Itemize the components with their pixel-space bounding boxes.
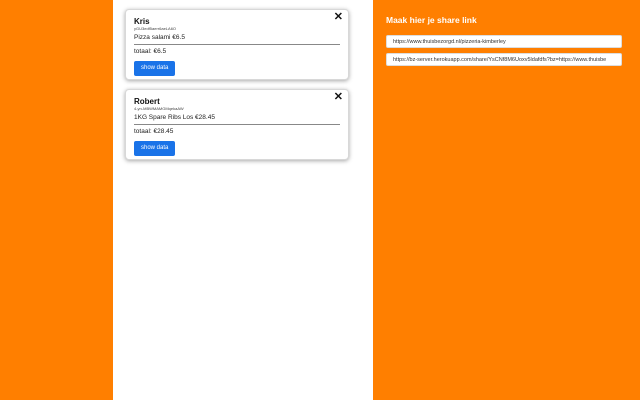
show-data-button[interactable]: show data: [134, 61, 176, 76]
orders-panel: ✕ Kris yGU3edf5aerr6aeLA6O Pizza salami …: [113, 0, 373, 400]
order-card: ✕ Kris yGU3edf5aerr6aeLA6O Pizza salami …: [125, 9, 349, 80]
source-url-input[interactable]: https://www.thuisbezorgd.nl/pizzeria-kim…: [386, 35, 622, 48]
order-card: ✕ Robert 4-yn-MBWMAMGMqekaAW 1KG Spare R…: [125, 89, 349, 160]
share-url-output[interactable]: https://bz-server.herokuapp.com/share/Ys…: [386, 53, 622, 66]
show-data-button[interactable]: show data: [134, 141, 176, 156]
share-section: Maak hier je share link https://www.thui…: [386, 15, 622, 71]
order-name: Kris: [134, 17, 150, 26]
close-icon[interactable]: ✕: [334, 92, 343, 103]
share-title: Maak hier je share link: [386, 15, 477, 25]
order-id: 4-yn-MBWMAMGMqekaAW: [134, 106, 184, 111]
order-total: totaal: €28.45: [134, 128, 174, 135]
order-total: totaal: €6.5: [134, 48, 167, 55]
order-item: 1KG Spare Ribs Los €28.45: [134, 114, 340, 125]
order-name: Robert: [134, 97, 160, 106]
order-item: Pizza salami €6.5: [134, 34, 340, 45]
order-id: yGU3edf5aerr6aeLA6O: [134, 26, 177, 31]
close-icon[interactable]: ✕: [334, 12, 343, 23]
